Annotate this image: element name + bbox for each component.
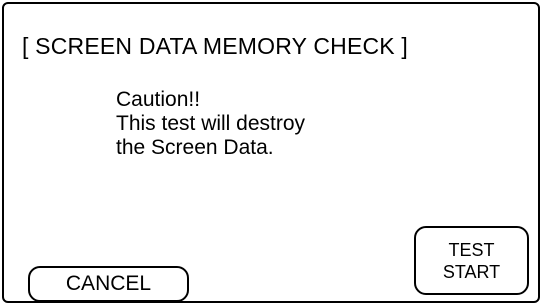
screen-title: [ SCREEN DATA MEMORY CHECK ] <box>22 33 409 59</box>
test-start-button[interactable]: TEST START <box>414 226 529 295</box>
cancel-button[interactable]: CANCEL <box>28 266 189 302</box>
caution-message: Caution!! This test will destroy the Scr… <box>116 88 305 160</box>
caution-line-2: This test will destroy <box>116 112 306 135</box>
memory-check-screen: [ SCREEN DATA MEMORY CHECK ] Caution!! T… <box>2 2 540 303</box>
test-start-label-line-1: TEST <box>448 239 495 260</box>
cancel-button-label: CANCEL <box>65 272 152 295</box>
test-start-label-line-2: START <box>442 261 501 282</box>
caution-line-1: Caution!! <box>116 88 201 111</box>
caution-line-3: the Screen Data. <box>116 136 274 159</box>
